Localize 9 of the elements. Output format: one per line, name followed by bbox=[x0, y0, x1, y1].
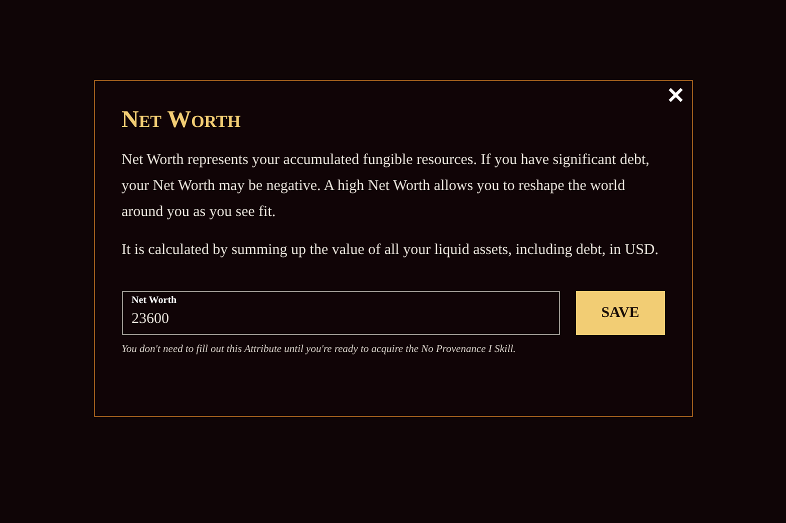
dialog-title: Net Worth bbox=[122, 106, 242, 135]
description-paragraph: Net Worth represents your accumulated fungible resources. If you have significant debt, your Net Worth may be negative. A high Net Worth allows you to reshape the world around you as you see fit. bbox=[122, 151, 650, 222]
net-worth-field[interactable]: Net Worth 23600 bbox=[122, 291, 560, 335]
field-input[interactable]: 23600 bbox=[132, 308, 550, 330]
field-label: Net Worth bbox=[132, 295, 178, 308]
description-paragraph: It is calculated by summing up the value of all your liquid assets, including debt, in USD. bbox=[122, 241, 660, 260]
save-button[interactable]: SAVE bbox=[576, 291, 664, 335]
close-button[interactable]: ✕ bbox=[666, 85, 686, 107]
hint-text: You don't need to fill out this Attribute until you're ready to acquire the No Provenance I Skill. bbox=[122, 343, 517, 357]
